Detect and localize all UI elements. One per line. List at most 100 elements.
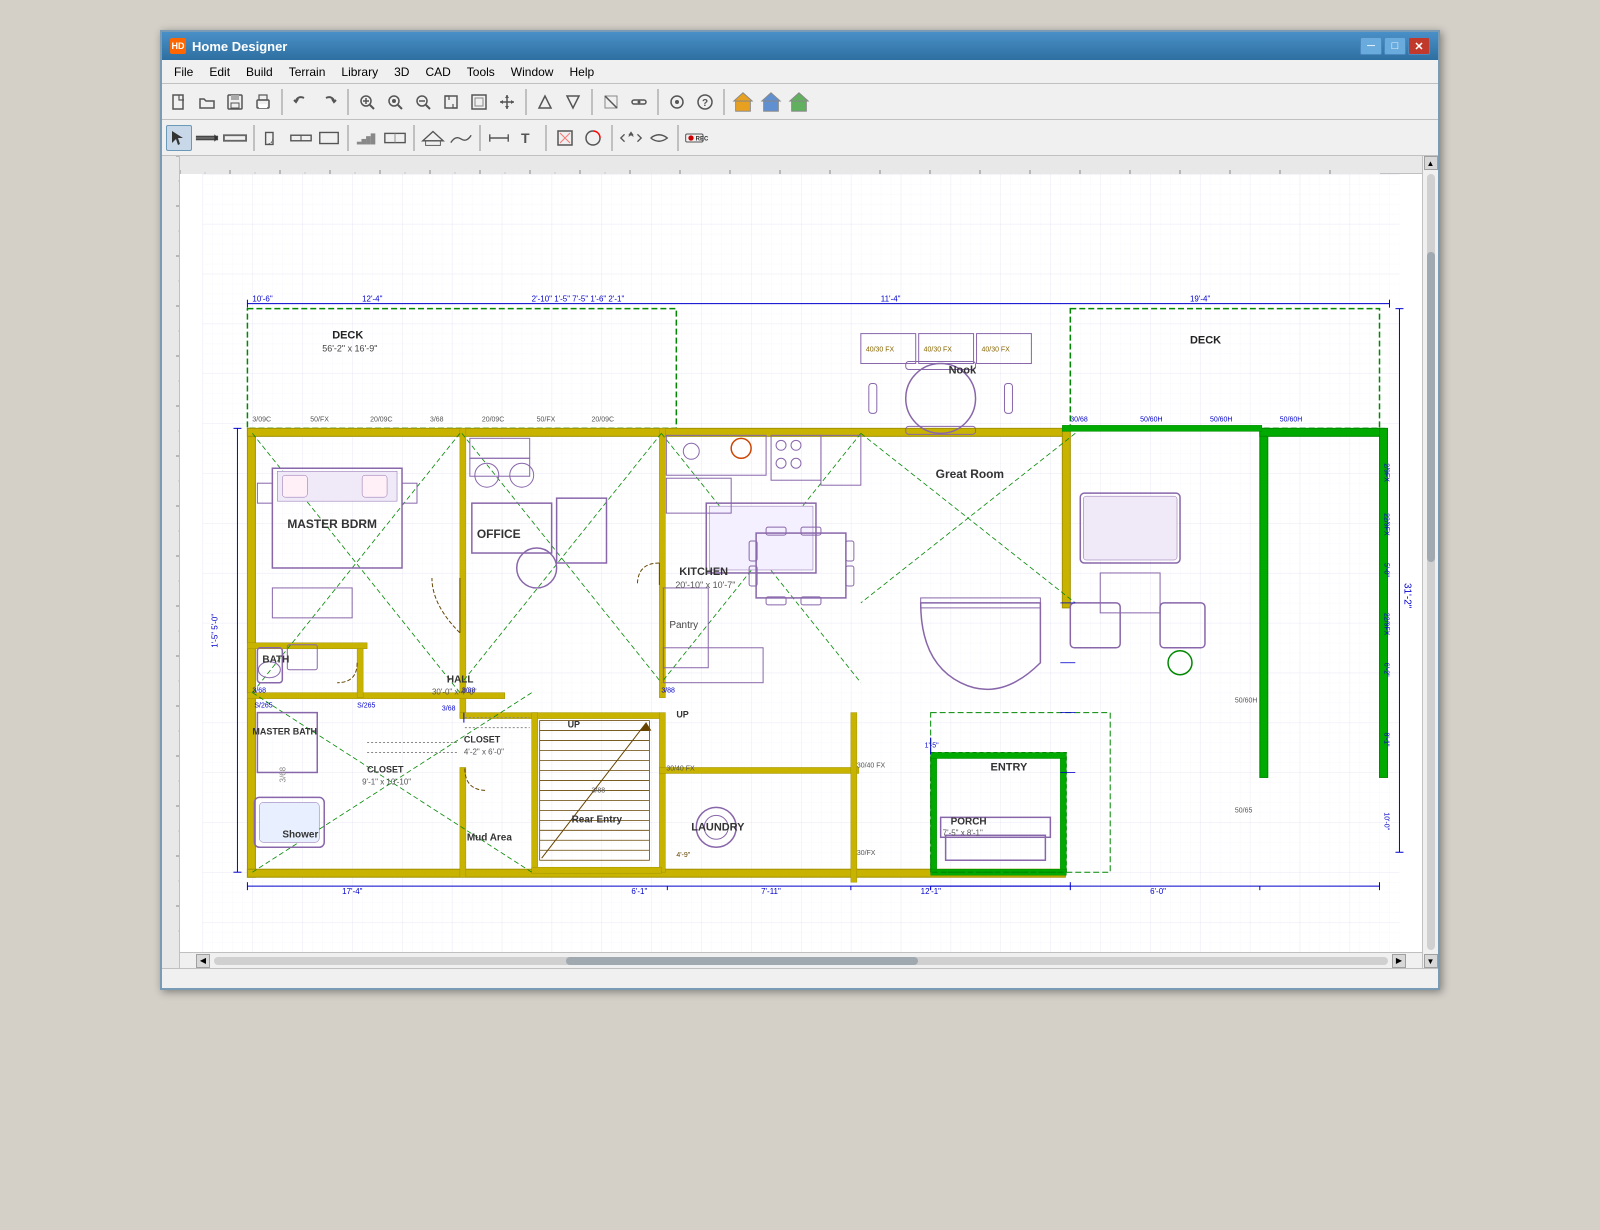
window-tool-button[interactable] (288, 125, 314, 151)
svg-text:2/9FX: 2/9FX (1383, 463, 1390, 482)
zoom-all-button[interactable] (466, 89, 492, 115)
scroll-down-arrow[interactable]: ▼ (1424, 954, 1438, 968)
zoom-region-button[interactable] (382, 89, 408, 115)
menu-item-tools[interactable]: Tools (459, 63, 503, 81)
paint-tool-button[interactable] (552, 125, 578, 151)
arrow-up-button[interactable] (532, 89, 558, 115)
menu-item-help[interactable]: Help (561, 63, 602, 81)
zoom-out-button[interactable] (410, 89, 436, 115)
svg-text:7'-11": 7'-11" (761, 887, 781, 896)
svg-text:19'-4": 19'-4" (1190, 295, 1210, 304)
svg-text:DECK: DECK (332, 330, 363, 342)
svg-text:6'-2": 6'-2" (1383, 663, 1390, 677)
undo-button[interactable] (288, 89, 314, 115)
door-tool-button[interactable] (260, 125, 286, 151)
title-bar: HD Home Designer ─ □ ✕ (162, 32, 1438, 60)
svg-text:Shower: Shower (282, 829, 318, 840)
scroll-left-arrow[interactable]: ◀ (196, 954, 210, 968)
record-button[interactable]: REC (684, 125, 710, 151)
wall-tool-button[interactable] (194, 125, 220, 151)
menu-bar: File Edit Build Terrain Library 3D CAD T… (162, 60, 1438, 84)
room-tool-button[interactable] (316, 125, 342, 151)
canvas-area[interactable]: 31'-2" 10'-6" 12'-4" 2'-10" 1'-5" 7'-5" … (180, 174, 1422, 952)
svg-text:31'-2": 31'-2" (1401, 583, 1412, 609)
menu-item-window[interactable]: Window (503, 63, 562, 81)
svg-text:6'-0": 6'-0" (1150, 887, 1166, 896)
window-controls: ─ □ ✕ (1360, 37, 1430, 55)
svg-text:30/FX: 30/FX (857, 850, 876, 857)
menu-item-terrain[interactable]: Terrain (281, 63, 334, 81)
scroll-up-arrow[interactable]: ▲ (1424, 156, 1438, 170)
text-tool-button[interactable]: T (514, 125, 540, 151)
close-button[interactable]: ✕ (1408, 37, 1430, 55)
wall2-tool-button[interactable] (222, 125, 248, 151)
redo-button[interactable] (316, 89, 342, 115)
svg-text:9'-1" x 10'-10": 9'-1" x 10'-10" (362, 777, 411, 786)
svg-text:30/40 FX: 30/40 FX (857, 762, 886, 769)
zoom-in-button[interactable] (354, 89, 380, 115)
cabinet-tool-button[interactable] (382, 125, 408, 151)
menu-item-library[interactable]: Library (333, 63, 386, 81)
svg-text:30/40 FX: 30/40 FX (666, 765, 695, 772)
svg-text:30'-0" x 4'-0": 30'-0" x 4'-0" (432, 688, 477, 697)
arrow-down-button[interactable] (560, 89, 586, 115)
snap-button[interactable] (664, 89, 690, 115)
menu-item-build[interactable]: Build (238, 63, 281, 81)
svg-text:50/60H: 50/60H (1210, 416, 1232, 423)
scrollbar-vertical[interactable]: ▲ ▼ (1422, 156, 1438, 968)
restore-button[interactable]: □ (1384, 37, 1406, 55)
svg-text:Great Room: Great Room (936, 467, 1004, 481)
floor2-button[interactable] (758, 89, 784, 115)
svg-text:40/30 FX: 40/30 FX (866, 347, 895, 354)
svg-text:50/60H: 50/60H (1280, 416, 1302, 423)
svg-text:3/88: 3/88 (592, 787, 606, 794)
color-tool-button[interactable] (580, 125, 606, 151)
new-button[interactable] (166, 89, 192, 115)
transform-tool-button[interactable] (646, 125, 672, 151)
svg-text:3/68: 3/68 (278, 766, 287, 782)
svg-text:40/30 FX: 40/30 FX (982, 347, 1011, 354)
zoom-fit-button[interactable] (438, 89, 464, 115)
svg-text:S/265: S/265 (254, 703, 272, 710)
menu-item-3d[interactable]: 3D (386, 63, 417, 81)
svg-text:PORCH: PORCH (951, 816, 987, 827)
svg-text:22/9FX: 22/9FX (1383, 513, 1390, 536)
floor3-button[interactable] (786, 89, 812, 115)
main-area: 31'-2" 10'-6" 12'-4" 2'-10" 1'-5" 7'-5" … (162, 156, 1438, 968)
svg-text:56'-2" x 16'-9": 56'-2" x 16'-9" (322, 344, 377, 354)
minimize-button[interactable]: ─ (1360, 37, 1382, 55)
move-view-button[interactable] (494, 89, 520, 115)
svg-text:T: T (521, 130, 530, 146)
stair-tool-button[interactable] (354, 125, 380, 151)
marker-button[interactable] (598, 89, 624, 115)
open-button[interactable] (194, 89, 220, 115)
help-button[interactable]: ? (692, 89, 718, 115)
save-button[interactable] (222, 89, 248, 115)
print-button[interactable] (250, 89, 276, 115)
svg-text:20/09C: 20/09C (592, 416, 614, 423)
canvas-with-scrollbar: 31'-2" 10'-6" 12'-4" 2'-10" 1'-5" 7'-5" … (180, 156, 1438, 968)
floor1-button[interactable] (730, 89, 756, 115)
svg-text:DECK: DECK (1190, 335, 1221, 347)
application-window: HD Home Designer ─ □ ✕ File Edit Build T… (160, 30, 1440, 990)
svg-text:3/68: 3/68 (442, 706, 456, 713)
svg-text:20/09C: 20/09C (370, 416, 392, 423)
svg-text:3/09C: 3/09C (252, 416, 271, 423)
svg-text:6'-1": 6'-1" (631, 887, 647, 896)
svg-text:2'-10" 1'-5" 7'-5" 1'-6" 2: 2'-10" 1'-5" 7'-5" 1'-6" 2'-1" (532, 295, 625, 304)
dimension-tool-button[interactable] (486, 125, 512, 151)
select-tool-button[interactable] (166, 125, 192, 151)
canvas-column: 31'-2" 10'-6" 12'-4" 2'-10" 1'-5" 7'-5" … (180, 156, 1422, 968)
scrollbar-horizontal[interactable]: ◀ ▶ (180, 952, 1422, 968)
menu-item-cad[interactable]: CAD (417, 63, 458, 81)
svg-text:4'-2" x 6'-0": 4'-2" x 6'-0" (464, 748, 504, 757)
scroll-right-arrow[interactable]: ▶ (1392, 954, 1406, 968)
menu-item-edit[interactable]: Edit (201, 63, 238, 81)
menu-item-file[interactable]: File (166, 63, 201, 81)
svg-text:Nook: Nook (949, 364, 977, 376)
level-button[interactable] (626, 89, 652, 115)
roof-tool-button[interactable] (420, 125, 446, 151)
terrain-tool-button[interactable] (448, 125, 474, 151)
move-tool-button[interactable] (618, 125, 644, 151)
svg-text:REC: REC (696, 136, 709, 142)
